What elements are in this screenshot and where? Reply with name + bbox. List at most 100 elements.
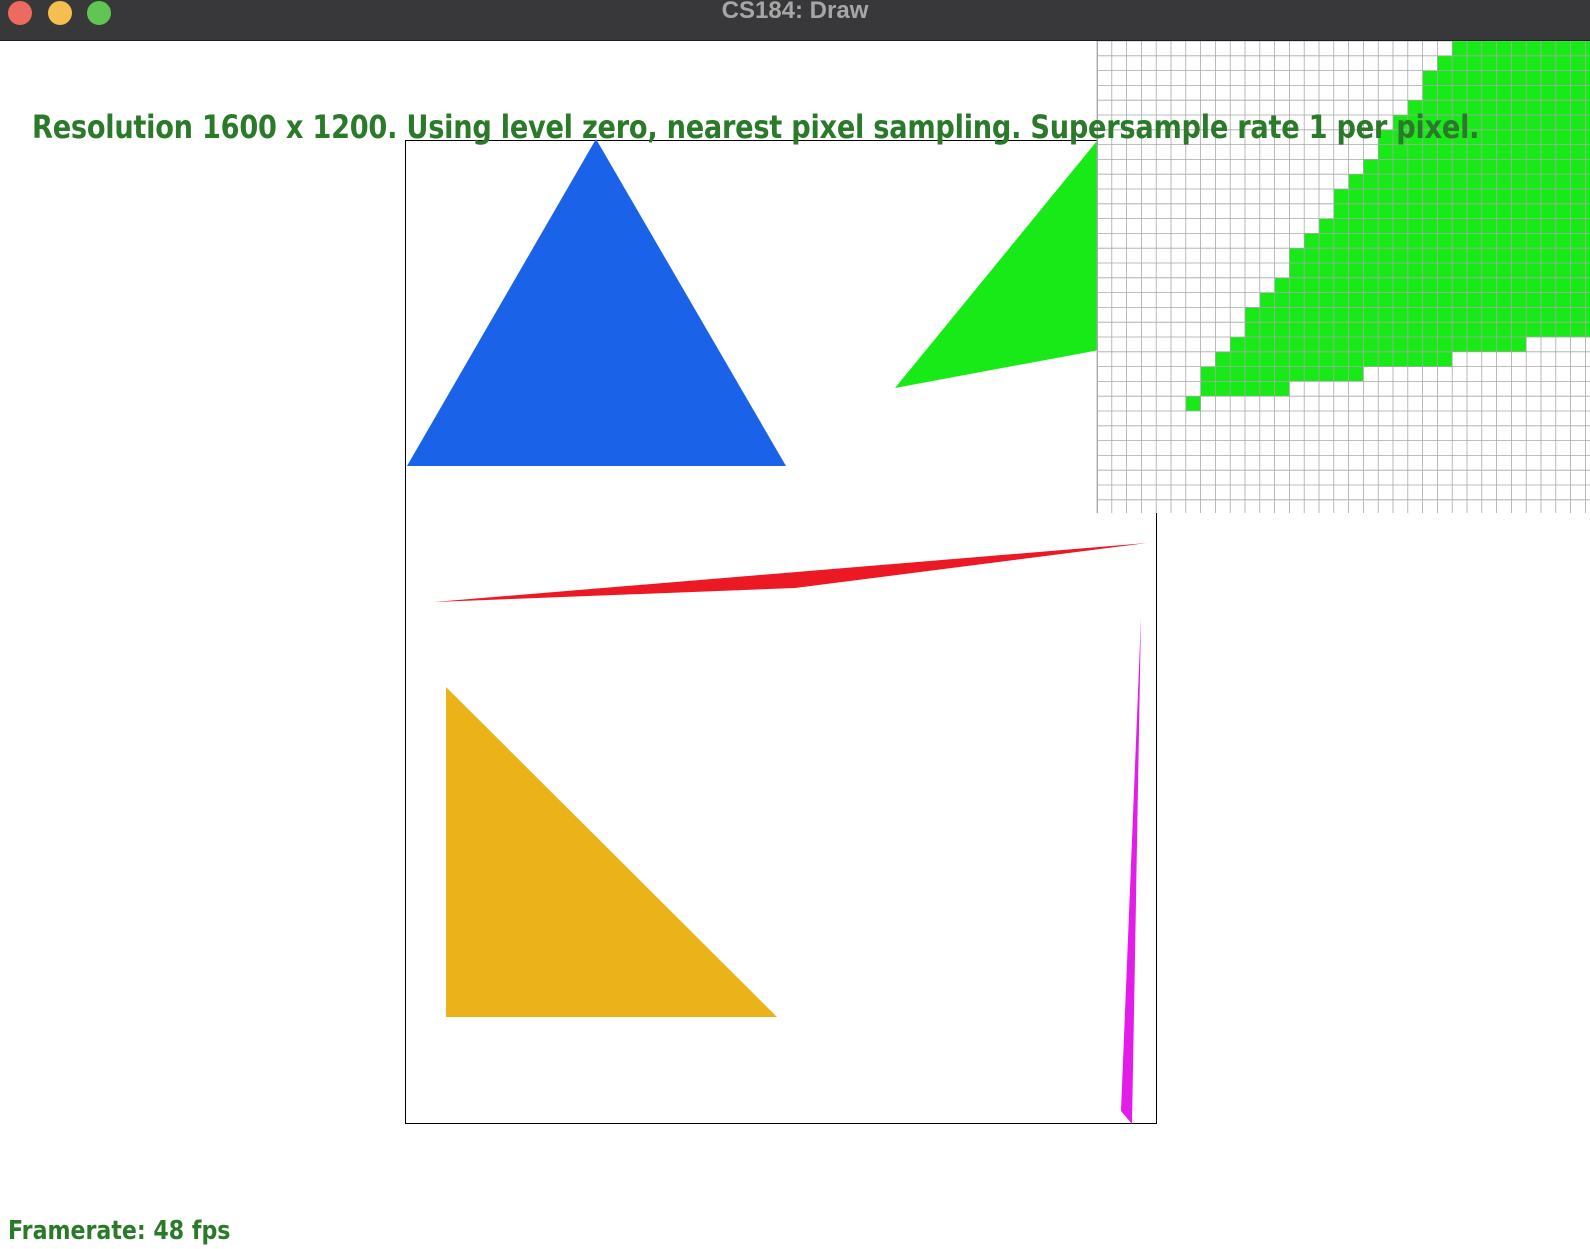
zoom-pixel xyxy=(1437,351,1453,367)
zoom-pixel xyxy=(1481,55,1497,71)
svg-canvas[interactable] xyxy=(0,41,1590,1240)
zoom-pixel xyxy=(1378,159,1393,175)
zoom-pixel xyxy=(1570,41,1586,56)
zoom-pixel xyxy=(1422,189,1438,204)
zoom-pixel xyxy=(1289,263,1305,278)
zoom-pixel xyxy=(1541,277,1556,293)
zoom-pixel xyxy=(1319,307,1334,323)
zoom-pixel xyxy=(1245,351,1260,367)
zoom-pixel xyxy=(1467,292,1482,308)
zoom-pixel xyxy=(1348,203,1364,219)
zoom-pixel xyxy=(1437,307,1453,323)
zoom-pixel xyxy=(1274,322,1290,337)
zoom-pixel xyxy=(1333,366,1349,382)
zoom-pixel xyxy=(1496,307,1512,323)
zoom-pixel xyxy=(1585,159,1590,175)
zoom-pixel xyxy=(1304,337,1319,352)
zoom-pixel xyxy=(1304,322,1319,337)
zoom-pixel xyxy=(1585,218,1590,234)
zoom-pixel xyxy=(1348,307,1364,323)
zoom-pixel xyxy=(1378,322,1393,337)
zoom-pixel xyxy=(1511,144,1527,160)
zoom-pixel xyxy=(1511,55,1527,71)
zoom-pixel xyxy=(1467,55,1482,71)
zoom-pixel xyxy=(1496,277,1512,293)
zoom-pixel xyxy=(1363,174,1379,189)
zoom-pixel xyxy=(1393,159,1408,175)
zoom-pixel xyxy=(1259,307,1275,323)
zoom-pixel xyxy=(1348,189,1364,204)
zoom-pixel xyxy=(1304,263,1319,278)
zoom-pixel xyxy=(1467,263,1482,278)
zoom-pixel xyxy=(1259,351,1275,367)
zoom-pixel xyxy=(1496,100,1512,115)
zoom-pixel xyxy=(1481,233,1497,249)
zoom-pixel xyxy=(1555,263,1571,278)
zoom-pixel xyxy=(1304,307,1319,323)
zoom-pixel xyxy=(1570,218,1586,234)
zoom-pixel xyxy=(1304,277,1319,293)
zoom-pixel xyxy=(1319,322,1334,337)
zoom-pixel xyxy=(1289,366,1305,382)
zoom-pixel xyxy=(1363,351,1379,367)
zoom-pixel xyxy=(1526,263,1541,278)
status-text: Resolution 1600 x 1200. Using level zero… xyxy=(32,108,1480,146)
zoom-pixel xyxy=(1274,292,1290,308)
zoom-pixel xyxy=(1467,70,1482,86)
zoom-pixel xyxy=(1363,203,1379,219)
zoom-pixel xyxy=(1467,203,1482,219)
zoom-pixel xyxy=(1333,307,1349,323)
zoom-pixel xyxy=(1437,263,1453,278)
zoom-pixel xyxy=(1570,233,1586,249)
zoom-pixel xyxy=(1526,189,1541,204)
zoom-pixel xyxy=(1437,218,1453,234)
zoom-pixel xyxy=(1496,144,1512,160)
window-title: CS184: Draw xyxy=(721,0,869,24)
zoom-pixel xyxy=(1541,144,1556,160)
zoom-pixel xyxy=(1319,351,1334,367)
zoom-pixel xyxy=(1200,381,1216,397)
zoom-pixel xyxy=(1407,263,1423,278)
zoom-pixel xyxy=(1496,85,1512,101)
zoom-pixel xyxy=(1467,337,1482,352)
zoom-pixel xyxy=(1541,174,1556,189)
zoom-pixel xyxy=(1200,366,1216,382)
drawing-viewport[interactable]: Resolution 1600 x 1200. Using level zero… xyxy=(0,41,1590,1246)
zoom-pixel xyxy=(1541,307,1556,323)
zoom-pixel xyxy=(1422,233,1438,249)
framerate-text: Framerate: 48 fps xyxy=(8,1216,231,1246)
zoom-pixel xyxy=(1452,322,1467,337)
zoom-pixel xyxy=(1467,159,1482,175)
zoom-pixel xyxy=(1452,203,1467,219)
zoom-pixel xyxy=(1585,41,1590,56)
zoom-pixel xyxy=(1259,381,1275,397)
zoom-pixel xyxy=(1511,233,1527,249)
zoom-pixel xyxy=(1570,322,1586,337)
zoom-pixel xyxy=(1333,263,1349,278)
zoom-pixel xyxy=(1363,159,1379,175)
zoom-pixel xyxy=(1422,277,1438,293)
zoom-pixel xyxy=(1452,337,1467,352)
zoom-pixel xyxy=(1407,233,1423,249)
zoom-pixel xyxy=(1230,366,1245,382)
zoom-pixel xyxy=(1378,351,1393,367)
zoom-pixel xyxy=(1541,292,1556,308)
zoom-pixel xyxy=(1511,41,1527,56)
zoom-pixel xyxy=(1511,174,1527,189)
zoom-pixel xyxy=(1555,292,1571,308)
zoom-pixel xyxy=(1481,70,1497,86)
zoom-pixel xyxy=(1541,189,1556,204)
zoom-pixel xyxy=(1407,159,1423,175)
zoom-pixel xyxy=(1541,218,1556,234)
zoom-pixel xyxy=(1570,70,1586,86)
zoom-pixel xyxy=(1496,263,1512,278)
zoom-pixel xyxy=(1393,307,1408,323)
zoom-pixel xyxy=(1304,248,1319,263)
zoom-pixel xyxy=(1333,322,1349,337)
zoom-pixel xyxy=(1496,322,1512,337)
zoom-pixel xyxy=(1570,203,1586,219)
zoom-pixel xyxy=(1496,159,1512,175)
title-bar[interactable]: CS184: Draw xyxy=(0,0,1590,41)
zoom-pixel xyxy=(1541,55,1556,71)
zoom-pixel xyxy=(1274,351,1290,367)
